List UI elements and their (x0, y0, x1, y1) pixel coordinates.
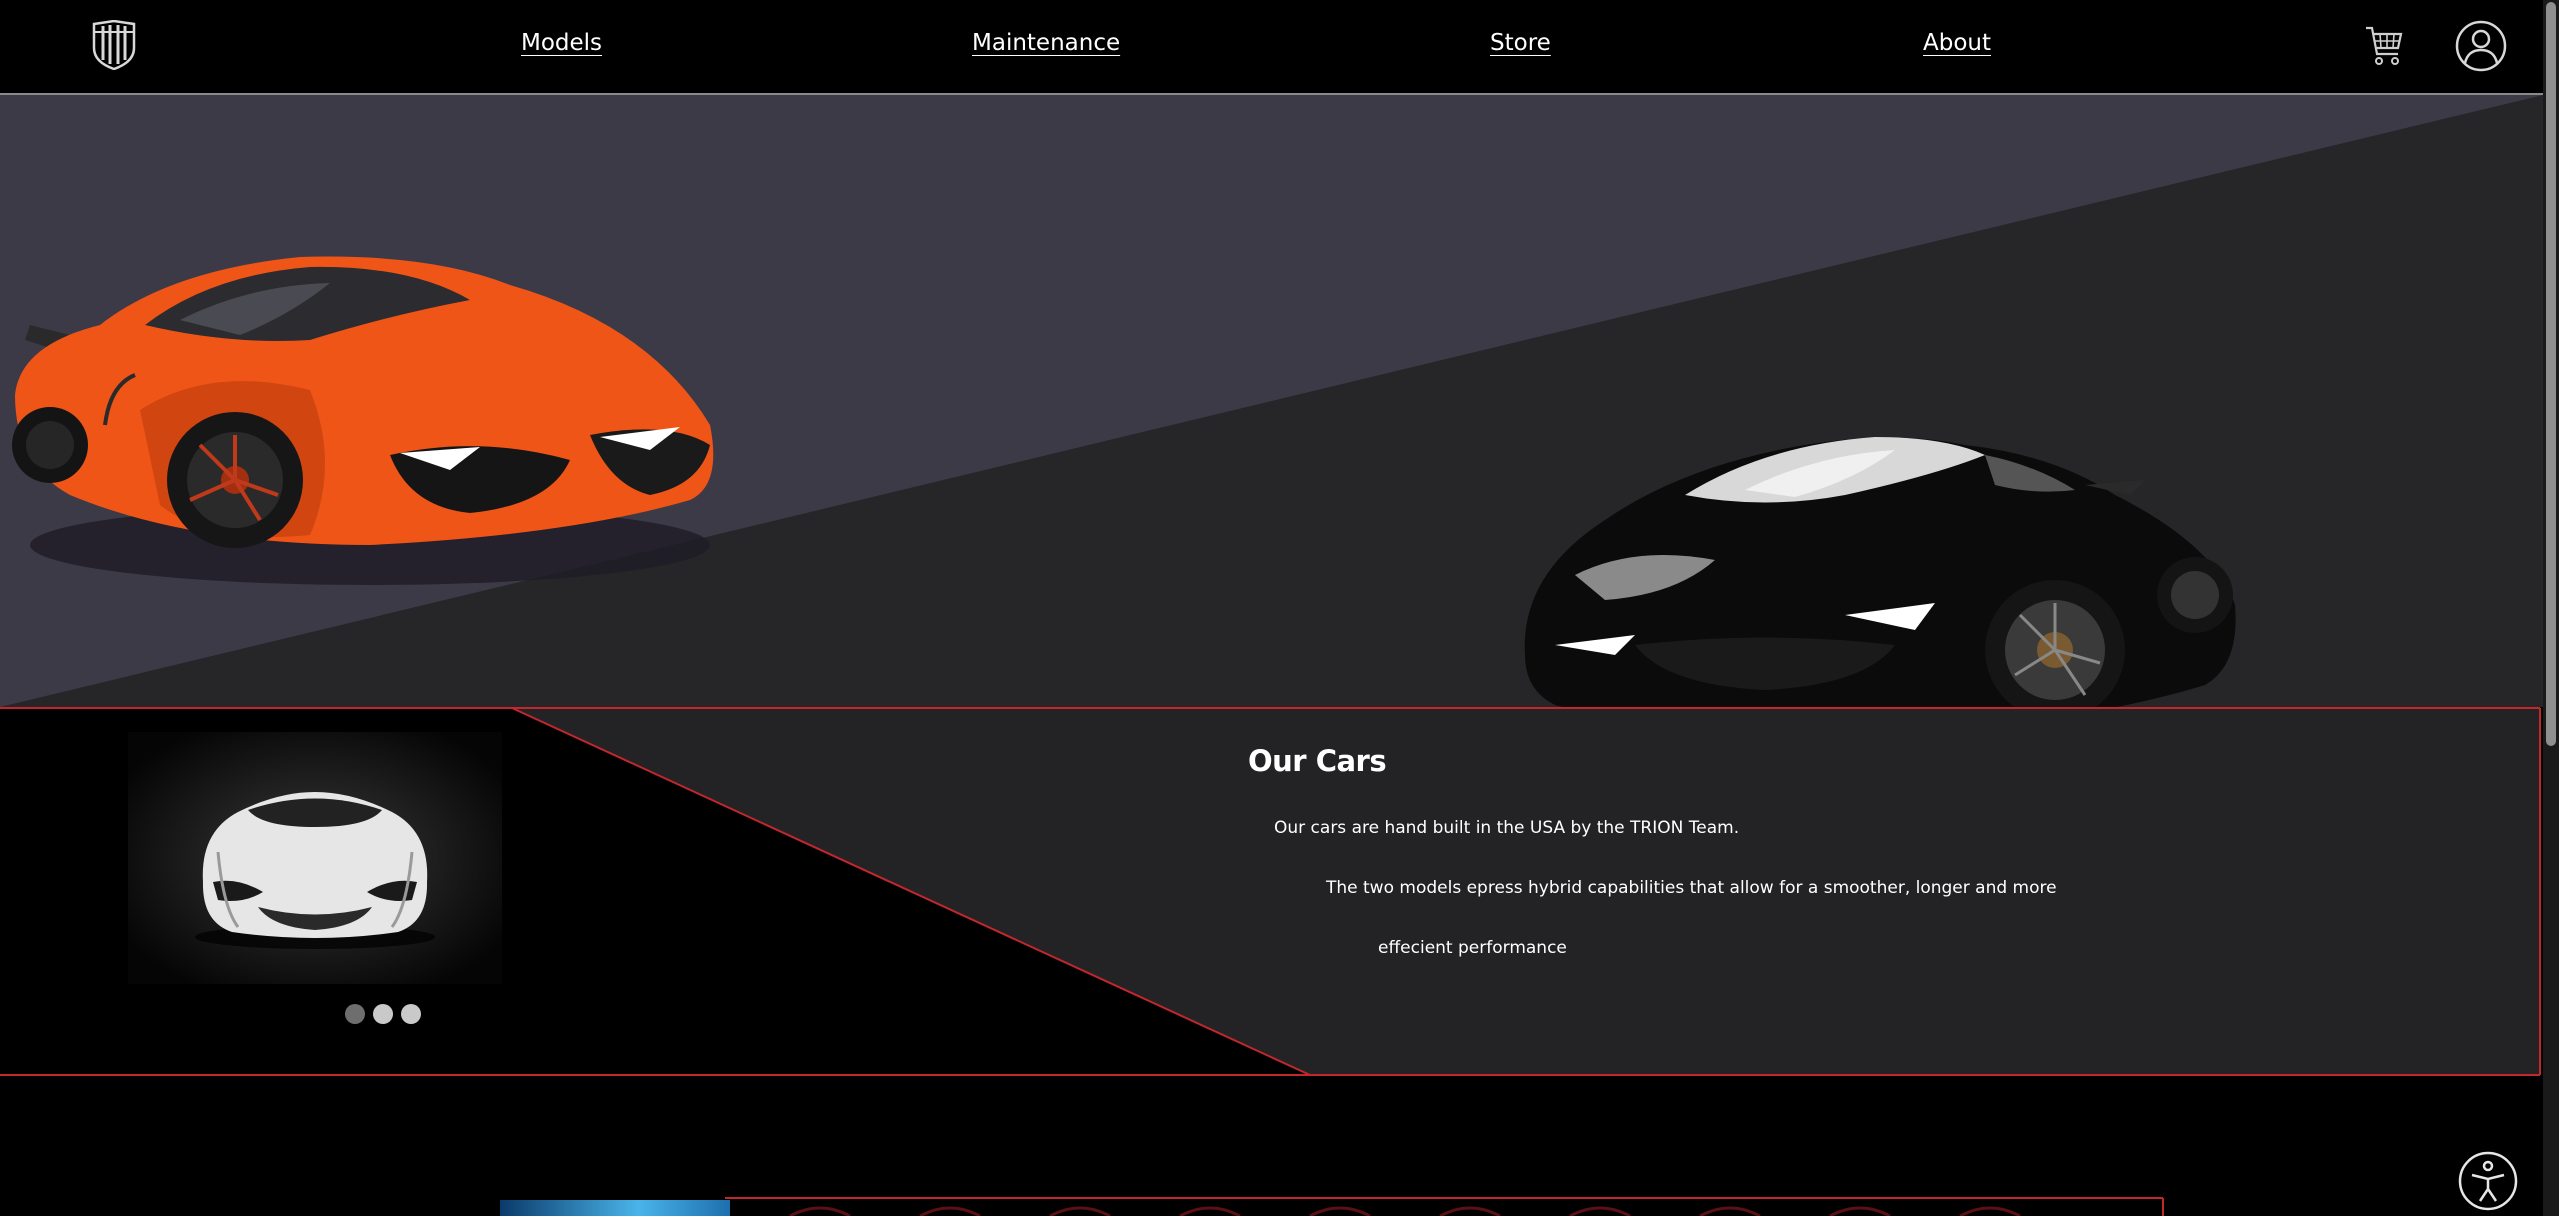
accessibility-person-icon[interactable] (2458, 1151, 2518, 1211)
user-account-icon[interactable] (2455, 20, 2507, 72)
hero-banner (0, 95, 2543, 752)
site-header: Models Maintenance Store About (0, 0, 2543, 95)
nav-maintenance-link[interactable]: Maintenance (972, 30, 1120, 56)
carousel-dot-2[interactable] (373, 1004, 393, 1024)
car-carousel-image[interactable] (128, 732, 502, 984)
carousel-dot-3[interactable] (401, 1004, 421, 1024)
carousel-dots (345, 1004, 421, 1024)
our-cars-title: Our Cars (1248, 744, 1387, 778)
black-supercar-image (1524, 437, 2236, 752)
our-cars-line-1: Our cars are hand built in the USA by th… (1274, 818, 1740, 838)
carousel-dot-1[interactable] (345, 1004, 365, 1024)
scrollbar-thumb[interactable] (2546, 2, 2556, 746)
orange-supercar-image (12, 256, 714, 585)
nav-about-link[interactable]: About (1923, 30, 1991, 56)
shopping-cart-icon[interactable] (2364, 22, 2404, 68)
next-section-preview (500, 1197, 2164, 1216)
nav-store-link[interactable]: Store (1490, 30, 1551, 56)
our-cars-line-2: The two models epress hybrid capabilitie… (1326, 878, 2057, 898)
shield-logo-icon[interactable] (92, 20, 136, 70)
our-cars-line-3: effecient performance (1378, 938, 1567, 958)
nav-models-link[interactable]: Models (521, 30, 602, 56)
page-scrollbar[interactable] (2543, 0, 2559, 1216)
